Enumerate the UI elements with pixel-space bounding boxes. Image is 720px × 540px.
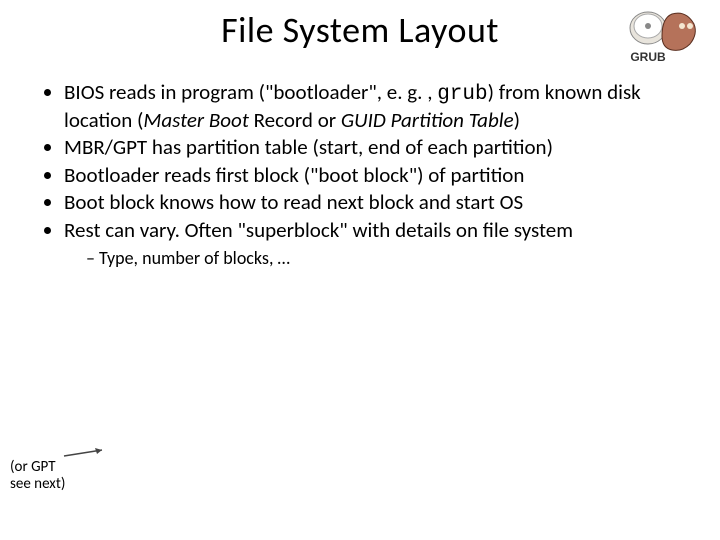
content-area: BIOS reads in program ("bootloader", e. …	[34, 80, 696, 272]
footnote-line2: see next)	[10, 475, 65, 493]
footnote-line1: (or GPT	[10, 458, 56, 476]
b1-it1: Master Boot	[143, 107, 253, 133]
slide: File System Layout GRUB BIOS reads in pr…	[0, 0, 720, 540]
grub-logo-icon: GRUB	[624, 6, 702, 66]
arrow-icon	[62, 446, 110, 460]
bullet-4: Boot block knows how to read next block …	[64, 190, 696, 216]
sub-bullet-list: Type, number of blocks, …	[64, 248, 696, 270]
bullet-list: BIOS reads in program ("bootloader", e. …	[34, 80, 696, 270]
b1-end: )	[514, 107, 520, 133]
b1-pre: BIOS reads in program ("bootloader", e. …	[64, 79, 437, 105]
bullet-2: MBR/GPT has partition table (start, end …	[64, 135, 696, 161]
b5-text: Rest can vary. Often "superblock" with d…	[64, 217, 573, 243]
footnote: (or GPT see next)	[10, 459, 65, 492]
grub-logo: GRUB	[624, 6, 702, 66]
bullet-1: BIOS reads in program ("bootloader", e. …	[64, 80, 696, 133]
b1-plain: Record or	[254, 107, 341, 133]
b1-code: grub	[437, 83, 487, 106]
sub-bullet-1: Type, number of blocks, …	[86, 248, 696, 270]
b1-it2: GUID Partition Table	[341, 107, 514, 133]
bullet-3: Bootloader reads first block ("boot bloc…	[64, 163, 696, 189]
slide-title: File System Layout	[0, 8, 720, 52]
bullet-5: Rest can vary. Often "superblock" with d…	[64, 218, 696, 270]
grub-logo-label: GRUB	[630, 50, 666, 64]
